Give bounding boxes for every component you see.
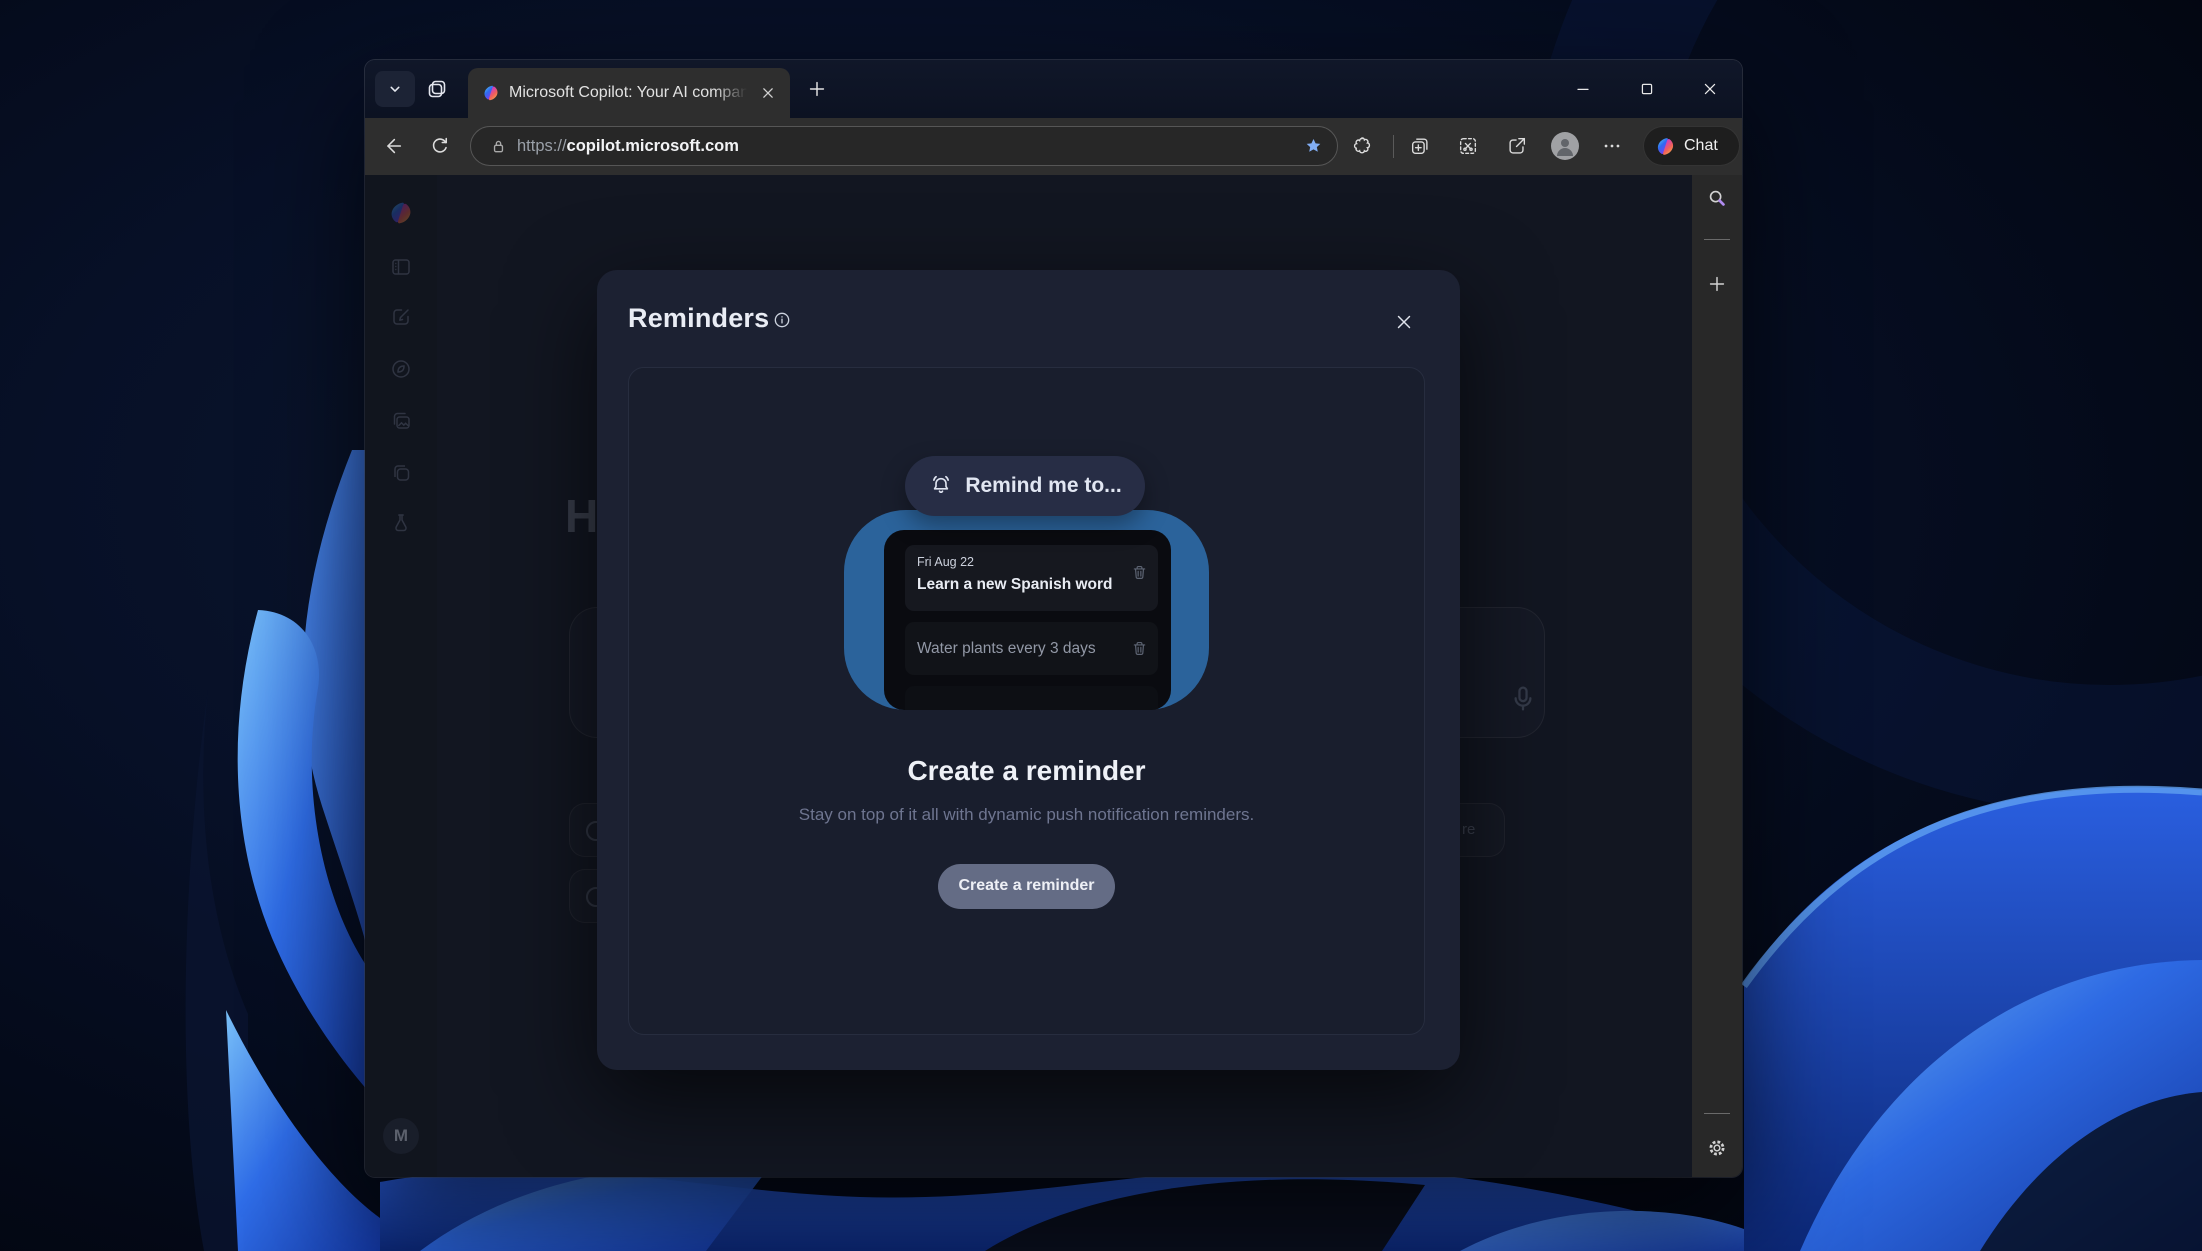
- reminders-illustration: Fri Aug 22 Learn a new Spanish word Wate…: [844, 456, 1209, 710]
- copilot-favicon: [482, 84, 500, 102]
- sidebar-add-icon[interactable]: [1706, 273, 1728, 295]
- copilot-chat-button[interactable]: Chat: [1643, 126, 1740, 166]
- illustration-phone-card: Fri Aug 22 Learn a new Spanish word Wate…: [884, 530, 1171, 710]
- chevron-down-icon: [385, 79, 405, 99]
- collections-icon[interactable]: [1409, 135, 1431, 157]
- reminders-panel: Fri Aug 22 Learn a new Spanish word Wate…: [628, 367, 1425, 1035]
- reminder-date: Fri Aug 22: [917, 555, 1146, 569]
- lock-icon[interactable]: [489, 137, 508, 156]
- modal-body-text: Stay on top of it all with dynamic push …: [797, 803, 1257, 828]
- browser-toolbar: https://copilot.microsoft.com: [365, 118, 1742, 175]
- browser-content: M H re Remi: [365, 175, 1742, 1177]
- share-icon[interactable]: [1506, 135, 1528, 157]
- sidebar-search-icon[interactable]: [1706, 187, 1728, 209]
- reminder-row: Fri Aug 22 Learn a new Spanish word: [905, 545, 1158, 611]
- browser-window: Microsoft Copilot: Your AI compan: [365, 60, 1742, 1177]
- bell-icon: [928, 473, 954, 499]
- copilot-icon: [1655, 136, 1676, 157]
- window-minimize-button[interactable]: [1573, 79, 1593, 99]
- trash-icon: [1130, 563, 1149, 582]
- toolbar-divider: [1393, 135, 1394, 158]
- window-maximize-button[interactable]: [1637, 79, 1657, 99]
- browser-titlebar: Microsoft Copilot: Your AI compan: [365, 60, 1742, 118]
- reminder-text: Water plants every 3 days: [917, 622, 1096, 675]
- profile-avatar[interactable]: [1551, 132, 1579, 160]
- refresh-icon[interactable]: [429, 135, 451, 157]
- rail-divider: [1704, 1113, 1730, 1114]
- reminders-modal: Reminders Fri Aug 22 L: [597, 270, 1460, 1070]
- web-capture-icon[interactable]: [1457, 135, 1479, 157]
- window-close-button[interactable]: [1700, 79, 1720, 99]
- address-bar[interactable]: https://copilot.microsoft.com: [470, 126, 1338, 166]
- settings-more-icon[interactable]: [1601, 135, 1623, 157]
- edge-sidebar-rail: [1692, 175, 1742, 1177]
- browser-tab[interactable]: Microsoft Copilot: Your AI compan: [468, 68, 790, 118]
- remind-me-pill: Remind me to...: [905, 456, 1145, 516]
- rail-divider: [1704, 239, 1730, 240]
- desktop: Microsoft Copilot: Your AI compan: [0, 0, 2202, 1251]
- sidebar-settings-gear-icon[interactable]: [1706, 1137, 1728, 1159]
- chat-button-label: Chat: [1684, 127, 1718, 165]
- new-tab-button[interactable]: [806, 78, 828, 100]
- tab-search-button[interactable]: [375, 71, 415, 107]
- back-icon[interactable]: [382, 135, 404, 157]
- info-icon[interactable]: [772, 310, 792, 330]
- trash-icon: [1130, 639, 1149, 658]
- workspaces-icon[interactable]: [425, 77, 449, 101]
- url-text: https://copilot.microsoft.com: [517, 127, 739, 165]
- url-host: copilot.microsoft.com: [567, 137, 739, 155]
- modal-title: Reminders: [628, 303, 769, 334]
- tab-title: Microsoft Copilot: Your AI compan: [509, 68, 747, 118]
- close-icon[interactable]: [1393, 311, 1415, 333]
- reminder-text: Learn a new Spanish word: [917, 576, 1146, 594]
- reminder-row: Water plants every 3 days: [905, 622, 1158, 675]
- create-reminder-button[interactable]: Create a reminder: [938, 864, 1115, 909]
- reminder-row-partial: [905, 686, 1158, 710]
- extensions-icon[interactable]: [1351, 135, 1373, 157]
- copilot-page: M H re Remi: [365, 175, 1692, 1177]
- remind-me-label: Remind me to...: [965, 474, 1121, 498]
- tab-close-icon[interactable]: [758, 83, 778, 103]
- modal-heading: Create a reminder: [907, 755, 1145, 787]
- url-scheme: https://: [517, 137, 567, 155]
- bookmark-star-icon[interactable]: [1303, 136, 1324, 157]
